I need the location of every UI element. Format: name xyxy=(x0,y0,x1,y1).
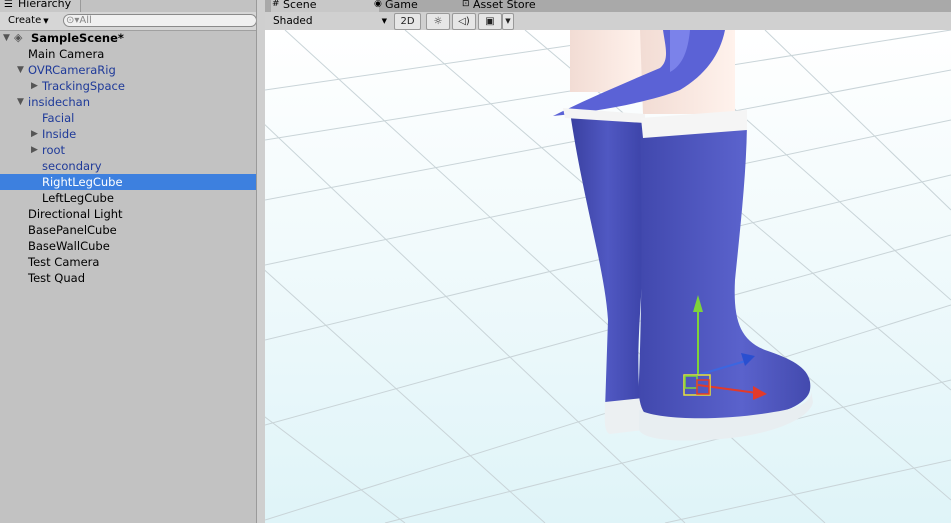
toggle-2d-button[interactable]: 2D xyxy=(394,13,421,30)
effects-dropdown-button[interactable]: ▼ xyxy=(502,13,514,30)
hierarchy-item[interactable]: LeftLegCube xyxy=(0,190,256,206)
audio-toggle-button[interactable]: ◁) xyxy=(452,13,476,30)
chevron-down-icon: ▼ xyxy=(505,17,511,25)
hierarchy-item[interactable]: Test Camera xyxy=(0,254,256,270)
hierarchy-item-label: root xyxy=(42,143,66,157)
list-icon: ☰ xyxy=(4,0,13,10)
tab-scene[interactable]: # Scene xyxy=(271,0,379,12)
hierarchy-item[interactable]: secondary xyxy=(0,158,256,174)
image-icon: ▣ xyxy=(485,16,495,27)
left-boot xyxy=(638,118,811,425)
hierarchy-toolbar: Create ▼ ⊙▾All xyxy=(0,12,257,31)
hierarchy-tab[interactable]: ☰ Hierarchy xyxy=(0,0,81,12)
shopping-bag-icon: ⊡ xyxy=(462,0,470,9)
hierarchy-item[interactable]: Directional Light xyxy=(0,206,256,222)
sun-icon: ☼ xyxy=(433,16,443,27)
hierarchy-item[interactable]: Main Camera xyxy=(0,46,256,62)
hierarchy-item-label: RightLegCube xyxy=(42,175,123,189)
hierarchy-item-label: Directional Light xyxy=(28,207,123,221)
hierarchy-item-label: secondary xyxy=(42,159,102,173)
hierarchy-item[interactable]: ▼ OVRCameraRig xyxy=(0,62,256,78)
hierarchy-item-label: Main Camera xyxy=(28,47,105,61)
collapse-arrow-icon[interactable]: ▶ xyxy=(31,78,38,94)
hierarchy-search-input[interactable]: ⊙▾All xyxy=(63,14,257,27)
hierarchy-item-label: Inside xyxy=(42,127,77,141)
hierarchy-item-label: Test Quad xyxy=(28,271,85,285)
chevron-down-icon: ▼ xyxy=(43,17,49,25)
hierarchy-item-label: BasePanelCube xyxy=(28,223,117,237)
lighting-toggle-button[interactable]: ☼ xyxy=(426,13,450,30)
expand-arrow-icon[interactable]: ▼ xyxy=(17,62,24,78)
right-boot xyxy=(570,112,645,412)
shading-mode-label: Shaded xyxy=(273,15,313,27)
effects-toggle-button[interactable]: ▣ xyxy=(478,13,502,30)
create-label: Create xyxy=(8,15,42,26)
hierarchy-item-label: BaseWallCube xyxy=(28,239,110,253)
expand-arrow-icon[interactable]: ▼ xyxy=(3,30,10,46)
create-dropdown[interactable]: Create ▼ xyxy=(4,14,53,28)
speaker-icon: ◁) xyxy=(458,16,470,27)
tab-game-label: Game xyxy=(385,0,418,11)
hierarchy-item-label: LeftLegCube xyxy=(42,191,114,205)
shading-mode-dropdown[interactable]: Shaded ▼ xyxy=(269,14,393,28)
collapse-arrow-icon[interactable]: ▶ xyxy=(31,126,38,142)
hierarchy-item[interactable]: Facial xyxy=(0,110,256,126)
search-icon: ⊙▾ xyxy=(66,15,80,26)
tab-scene-label: Scene xyxy=(283,0,317,11)
hierarchy-item[interactable]: BasePanelCube xyxy=(0,222,256,238)
hierarchy-item-label: insidechan xyxy=(28,95,90,109)
grid-icon: # xyxy=(272,0,280,9)
tab-asset-store[interactable]: ⊡ Asset Store xyxy=(461,0,583,12)
hierarchy-item[interactable]: ▶ root xyxy=(0,142,256,158)
tab-asset-store-label: Asset Store xyxy=(473,0,536,11)
scene-tab-bar: # Scene ◉ Game ⊡ Asset Store xyxy=(265,0,951,12)
hierarchy-panel: ☰ Hierarchy Create ▼ ⊙▾All ▼ ◈ SampleScene*… xyxy=(0,0,257,523)
expand-arrow-icon[interactable]: ▼ xyxy=(17,94,24,110)
hierarchy-item-label: OVRCameraRig xyxy=(28,63,116,77)
search-placeholder: All xyxy=(79,15,92,26)
hierarchy-item[interactable]: Test Quad xyxy=(0,270,256,286)
hierarchy-item-label: Facial xyxy=(42,111,75,125)
hierarchy-item[interactable]: BaseWallCube xyxy=(0,238,256,254)
hierarchy-item[interactable]: ▼ insidechan xyxy=(0,94,256,110)
gamepad-icon: ◉ xyxy=(374,0,382,9)
scene-viewport[interactable] xyxy=(265,30,951,523)
collapse-arrow-icon[interactable]: ▶ xyxy=(31,142,38,158)
scene-toolbar: Shaded ▼ 2D ☼ ◁) ▣ ▼ xyxy=(265,12,951,31)
hierarchy-item[interactable]: RightLegCube xyxy=(0,174,256,190)
scene-render xyxy=(265,30,951,523)
tab-game[interactable]: ◉ Game xyxy=(373,0,465,12)
hierarchy-item[interactable]: ▼ ◈ SampleScene* xyxy=(0,30,256,46)
hierarchy-item[interactable]: ▶ Inside xyxy=(0,126,256,142)
hierarchy-item-label: TrackingSpace xyxy=(42,79,125,93)
chevron-down-icon: ▼ xyxy=(381,17,387,25)
unity-scene-icon: ◈ xyxy=(14,31,23,44)
hierarchy-tab-label: Hierarchy xyxy=(18,0,72,10)
hierarchy-item[interactable]: ▶ TrackingSpace xyxy=(0,78,256,94)
hierarchy-item-label: SampleScene* xyxy=(31,31,124,45)
hierarchy-item-label: Test Camera xyxy=(28,255,100,269)
